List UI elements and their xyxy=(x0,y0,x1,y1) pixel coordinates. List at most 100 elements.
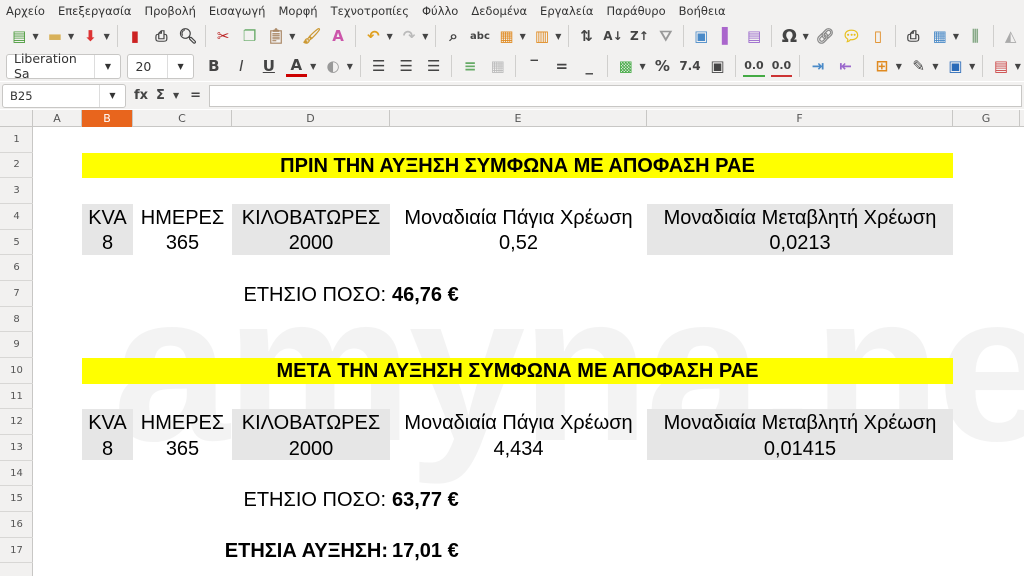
row-header-14[interactable]: 14 xyxy=(0,461,33,487)
row-header-17[interactable]: 17 xyxy=(0,538,33,564)
header-variable-charge[interactable]: Μοναδιαία Μεταβλητή Χρέωση xyxy=(647,204,953,230)
annual-after-value[interactable]: 63,77 € xyxy=(392,486,592,512)
split-window-icon[interactable]: ⫼ xyxy=(965,25,985,47)
align-center-icon[interactable]: ☰ xyxy=(395,55,417,77)
pivot-table-icon[interactable]: ▤ xyxy=(744,25,764,47)
increase-label[interactable]: ΕΤΗΣΙΑ ΑΥΞΗΣΗ: xyxy=(133,538,390,564)
column-header-e[interactable]: E xyxy=(390,110,647,127)
row-header-9[interactable]: 9 xyxy=(0,332,33,359)
dropdown-arrow[interactable]: ▼ xyxy=(104,32,110,41)
menu-help[interactable]: Βοήθεια xyxy=(679,4,726,18)
align-left-icon[interactable]: ☰ xyxy=(368,55,390,77)
underline-button[interactable]: U xyxy=(258,55,280,77)
row-header-13[interactable]: 13 xyxy=(0,435,33,461)
dropdown-arrow[interactable]: ▼ xyxy=(969,62,975,71)
menu-insert[interactable]: Εισαγωγή xyxy=(209,4,266,18)
cut-icon[interactable]: ✂ xyxy=(213,25,233,47)
header-kwh[interactable]: ΚΙΛΟΒΑΤΩΡΕΣ xyxy=(232,204,390,230)
number-format-button[interactable]: 7.4 xyxy=(679,55,701,77)
redo-icon[interactable]: ↷ xyxy=(399,25,419,47)
spellcheck-icon[interactable]: abc xyxy=(470,25,490,47)
hyperlink-icon[interactable]: 🔗︎ xyxy=(815,25,835,47)
border-style-icon[interactable]: ✎ xyxy=(908,55,930,77)
header-variable-charge[interactable]: Μοναδιαία Μεταβλητή Χρέωση xyxy=(647,409,953,435)
sort-icon[interactable]: ⇅ xyxy=(576,25,596,47)
dropdown-arrow[interactable]: ▼ xyxy=(422,32,428,41)
align-bottom-icon[interactable]: _ xyxy=(579,55,601,77)
row-header-4[interactable]: 4 xyxy=(0,204,33,230)
dropdown-arrow[interactable]: ▼ xyxy=(289,32,295,41)
column-header-c[interactable]: C xyxy=(133,110,232,127)
row-header-5[interactable]: 5 xyxy=(0,230,33,256)
dropdown-arrow[interactable]: ▼ xyxy=(896,62,902,71)
undo-icon[interactable]: ↶ xyxy=(363,25,383,47)
row-header-10[interactable]: 10 xyxy=(0,358,33,384)
menu-data[interactable]: Δεδομένα xyxy=(471,4,527,18)
row-header-7[interactable]: 7 xyxy=(0,281,33,307)
header-days[interactable]: ΗΜΕΡΕΣ xyxy=(133,204,232,230)
name-box[interactable]: B25 ▼ xyxy=(2,83,126,108)
clone-formatting-icon[interactable]: 🖌︎ xyxy=(301,25,321,47)
special-character-icon[interactable]: Ω xyxy=(779,25,799,47)
dropdown-arrow[interactable]: ▼ xyxy=(68,32,74,41)
after-variable-charge[interactable]: 0,01415 xyxy=(647,435,953,461)
spreadsheet-grid[interactable]: amyna.news ΠΡΙΝ ΤΗΝ ΑΥΞΗΣΗ ΣΥΜΦΩΝΑ ΜΕ ΑΠ… xyxy=(33,127,1024,576)
column-header-d[interactable]: D xyxy=(232,110,390,127)
column-icon[interactable]: ▥ xyxy=(532,25,552,47)
before-variable-charge[interactable]: 0,0213 xyxy=(647,230,953,256)
align-middle-icon[interactable]: = xyxy=(551,55,573,77)
new-document-icon[interactable]: ▤ xyxy=(9,25,29,47)
row-header-6[interactable]: 6 xyxy=(0,255,33,281)
menu-format[interactable]: Μορφή xyxy=(278,4,317,18)
align-right-icon[interactable]: ☰ xyxy=(423,55,445,77)
function-wizard-button[interactable]: fx xyxy=(134,88,148,103)
decrease-indent-icon[interactable]: ⇤ xyxy=(835,55,857,77)
menu-view[interactable]: Προβολή xyxy=(144,4,195,18)
annual-before-value[interactable]: 46,76 € xyxy=(392,281,592,307)
dropdown-arrow[interactable]: ▼ xyxy=(310,62,316,71)
highlight-color-icon[interactable]: ◐ xyxy=(322,55,344,77)
open-folder-icon[interactable]: ▬ xyxy=(45,25,65,47)
align-top-icon[interactable]: ‾ xyxy=(523,55,545,77)
dropdown-arrow[interactable]: ▼ xyxy=(953,32,959,41)
after-fixed-charge[interactable]: 4,434 xyxy=(390,435,647,461)
menu-edit[interactable]: Επεξεργασία xyxy=(58,4,131,18)
percent-format-button[interactable]: % xyxy=(652,55,674,77)
increase-value[interactable]: 17,01 € xyxy=(392,538,592,564)
after-kva[interactable]: 8 xyxy=(82,435,133,461)
dropdown-arrow[interactable]: ▼ xyxy=(640,62,646,71)
row-header-2[interactable]: 2 xyxy=(0,153,33,179)
increase-indent-icon[interactable]: ⇥ xyxy=(807,55,829,77)
row-header-8[interactable]: 8 xyxy=(0,307,33,333)
sort-descending-icon[interactable]: Z↑ xyxy=(629,25,649,47)
comment-icon[interactable]: 💬︎ xyxy=(841,25,861,47)
dropdown-arrow[interactable]: ▼ xyxy=(387,32,393,41)
dropdown-arrow[interactable]: ▼ xyxy=(173,91,179,100)
find-replace-icon[interactable]: ⌕ xyxy=(443,25,463,47)
sum-button[interactable]: Σ xyxy=(156,88,165,103)
header-fixed-charge[interactable]: Μοναδιαία Πάγια Χρέωση xyxy=(390,409,647,435)
before-fixed-charge[interactable]: 0,52 xyxy=(390,230,647,256)
wrap-text-icon[interactable]: ≡ xyxy=(459,55,481,77)
formula-button[interactable]: = xyxy=(190,88,201,103)
print-icon[interactable]: ⎙ xyxy=(151,25,171,47)
row-header-12[interactable]: 12 xyxy=(0,409,33,436)
merge-cells-icon[interactable]: ▦ xyxy=(487,55,509,77)
autofilter-icon[interactable]: ⛛ xyxy=(656,25,676,47)
row-icon[interactable]: ▦ xyxy=(496,25,516,47)
bold-button[interactable]: B xyxy=(203,55,225,77)
column-header-f[interactable]: F xyxy=(647,110,953,127)
insert-image-icon[interactable]: ▣ xyxy=(691,25,711,47)
conditional-format-icon[interactable]: ▤ xyxy=(990,55,1012,77)
row-header-11[interactable]: 11 xyxy=(0,384,33,410)
menu-window[interactable]: Παράθυρο xyxy=(607,4,666,18)
font-color-button[interactable]: A xyxy=(285,55,308,77)
sort-ascending-icon[interactable]: A↓ xyxy=(603,25,623,47)
menu-file[interactable]: Αρχείο xyxy=(6,4,45,18)
dropdown-arrow[interactable]: ▼ xyxy=(932,62,938,71)
chevron-down-icon[interactable]: ▼ xyxy=(94,54,120,78)
menu-sheet[interactable]: Φύλλο xyxy=(422,4,458,18)
after-kwh[interactable]: 2000 xyxy=(232,435,390,461)
dropdown-arrow[interactable]: ▼ xyxy=(803,32,809,41)
delete-decimal-button[interactable]: 0.0 xyxy=(770,55,793,77)
